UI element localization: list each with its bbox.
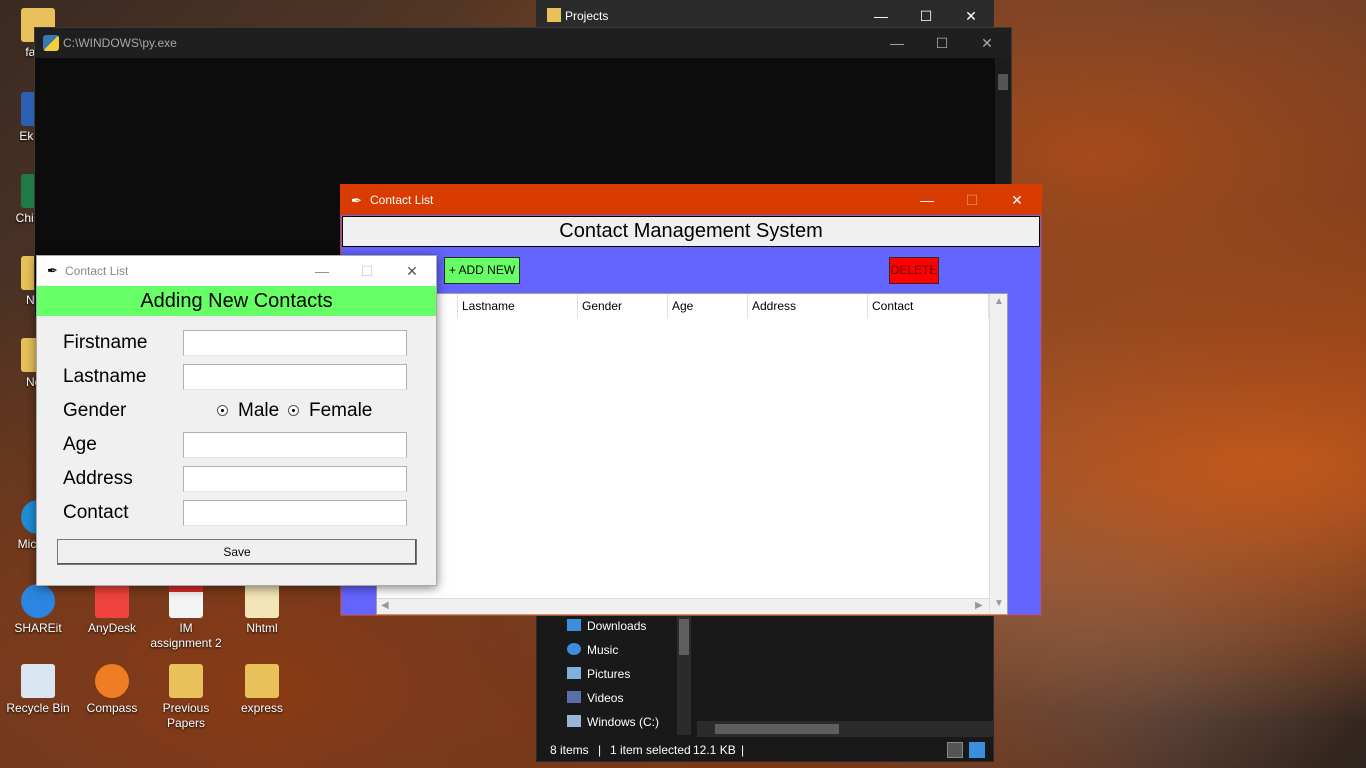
dialog-header: Adding New Contacts: [37, 286, 436, 316]
add-contact-dialog: ✒ Contact List — ☐ ✕ Adding New Contacts…: [36, 255, 437, 586]
content-horizontal-scrollbar[interactable]: [697, 721, 993, 737]
dialog-close-button[interactable]: ✕: [389, 256, 435, 286]
nav-pane-scrollbar[interactable]: [677, 615, 691, 735]
delete-button[interactable]: DELETE: [889, 257, 939, 284]
column-header-age[interactable]: Age: [668, 294, 748, 318]
scroll-down-icon[interactable]: ▼: [994, 598, 1004, 609]
desktop-icon-compass[interactable]: Compass: [74, 664, 150, 716]
male-radio-label[interactable]: Male: [238, 400, 279, 422]
details-view-icon[interactable]: [947, 742, 963, 758]
drive-icon: [567, 715, 581, 727]
console-title-bar[interactable]: C:\WINDOWS\py.exe — ☐ ✕: [35, 28, 1011, 58]
dialog-minimize-button[interactable]: —: [299, 256, 345, 286]
nav-item-windows-c[interactable]: Windows (C:): [567, 715, 659, 729]
nav-item-music[interactable]: Music: [567, 643, 618, 657]
dialog-title-bar[interactable]: ✒ Contact List — ☐ ✕: [37, 256, 436, 286]
lastname-input[interactable]: [183, 364, 407, 390]
column-header-gender[interactable]: Gender: [578, 294, 668, 318]
tiles-view-icon[interactable]: [969, 742, 985, 758]
main-maximize-button[interactable]: ☐: [949, 185, 995, 215]
firstname-input[interactable]: [183, 330, 407, 356]
feather-icon: ✒: [351, 193, 362, 208]
scroll-right-icon[interactable]: ▶: [975, 600, 983, 611]
download-arrow-icon: [567, 619, 581, 631]
explorer-status-bar: 8 items | 1 item selected 12.1 KB |: [537, 739, 993, 761]
main-header: Contact Management System: [342, 216, 1040, 247]
column-header-address[interactable]: Address: [748, 294, 868, 318]
explorer-title: Projects: [565, 9, 609, 23]
address-input[interactable]: [183, 466, 407, 492]
female-radio[interactable]: [288, 405, 299, 416]
table-horizontal-scrollbar[interactable]: ◀ ▶: [377, 598, 989, 614]
contact-label: Contact: [63, 502, 129, 523]
age-input[interactable]: [183, 432, 407, 458]
save-button[interactable]: Save: [57, 539, 417, 565]
pictures-icon: [567, 667, 581, 679]
column-header-lastname[interactable]: Lastname: [458, 294, 578, 318]
feather-icon: ✒: [47, 263, 58, 278]
status-item-count: 8 items: [550, 743, 589, 757]
dialog-window-title: Contact List: [65, 264, 129, 278]
chrome-document-icon: [245, 584, 279, 618]
shareit-icon: [21, 584, 55, 618]
desktop-icon-anydesk[interactable]: AnyDesk: [74, 584, 150, 636]
address-label: Address: [63, 468, 133, 489]
firstname-label: Firstname: [63, 332, 148, 353]
folder-zip-icon: [245, 664, 279, 698]
console-title: C:\WINDOWS\py.exe: [63, 36, 177, 50]
nav-item-pictures[interactable]: Pictures: [567, 667, 630, 681]
lastname-label: Lastname: [63, 366, 147, 387]
main-close-button[interactable]: ✕: [994, 185, 1040, 215]
status-selection: 1 item selected: [610, 743, 691, 757]
nav-item-downloads[interactable]: Downloads: [567, 619, 646, 633]
main-window-title: Contact List: [370, 193, 434, 207]
python-icon: [43, 35, 59, 51]
console-maximize-button[interactable]: ☐: [919, 28, 965, 58]
folder-icon: [547, 8, 561, 22]
music-note-icon: [567, 643, 581, 655]
column-header-contact[interactable]: Contact: [868, 294, 989, 318]
desktop-icon-im-assignment[interactable]: IM assignment 2: [148, 584, 224, 651]
main-title-bar[interactable]: ✒ Contact List — ☐ ✕: [341, 185, 1041, 215]
add-new-button[interactable]: + ADD NEW: [444, 257, 520, 284]
desktop-icon-recycle-bin[interactable]: Recycle Bin: [0, 664, 76, 716]
videos-icon: [567, 691, 581, 703]
contacts-table[interactable]: Lastname Gender Age Address Contact ▲ ▼ …: [376, 293, 1008, 615]
console-close-button[interactable]: ✕: [964, 28, 1010, 58]
age-label: Age: [63, 434, 97, 455]
dialog-maximize-button[interactable]: ☐: [344, 256, 390, 286]
pdf-icon: [169, 584, 203, 618]
contact-list-window: ✒ Contact List — ☐ ✕ Contact Management …: [340, 184, 1042, 616]
console-minimize-button[interactable]: —: [874, 28, 920, 58]
folder-icon: [169, 664, 203, 698]
nav-item-videos[interactable]: Videos: [567, 691, 623, 705]
status-size: 12.1 KB: [693, 743, 736, 757]
contact-input[interactable]: [183, 500, 407, 526]
desktop-icon-express[interactable]: express: [224, 664, 300, 716]
scroll-up-icon[interactable]: ▲: [994, 296, 1004, 307]
compass-icon: [95, 664, 129, 698]
desktop-icon-shareit[interactable]: SHAREit: [0, 584, 76, 636]
desktop-icon-previous-papers[interactable]: Previous Papers: [148, 664, 224, 731]
scroll-left-icon[interactable]: ◀: [381, 600, 389, 611]
male-radio[interactable]: [217, 405, 228, 416]
gender-label: Gender: [63, 400, 127, 421]
table-vertical-scrollbar[interactable]: ▲ ▼: [989, 294, 1007, 614]
desktop-icon-nhtml[interactable]: Nhtml: [224, 584, 300, 636]
main-minimize-button[interactable]: —: [904, 185, 950, 215]
female-radio-label[interactable]: Female: [309, 400, 372, 422]
anydesk-icon: [95, 584, 129, 618]
recycle-bin-icon: [21, 664, 55, 698]
